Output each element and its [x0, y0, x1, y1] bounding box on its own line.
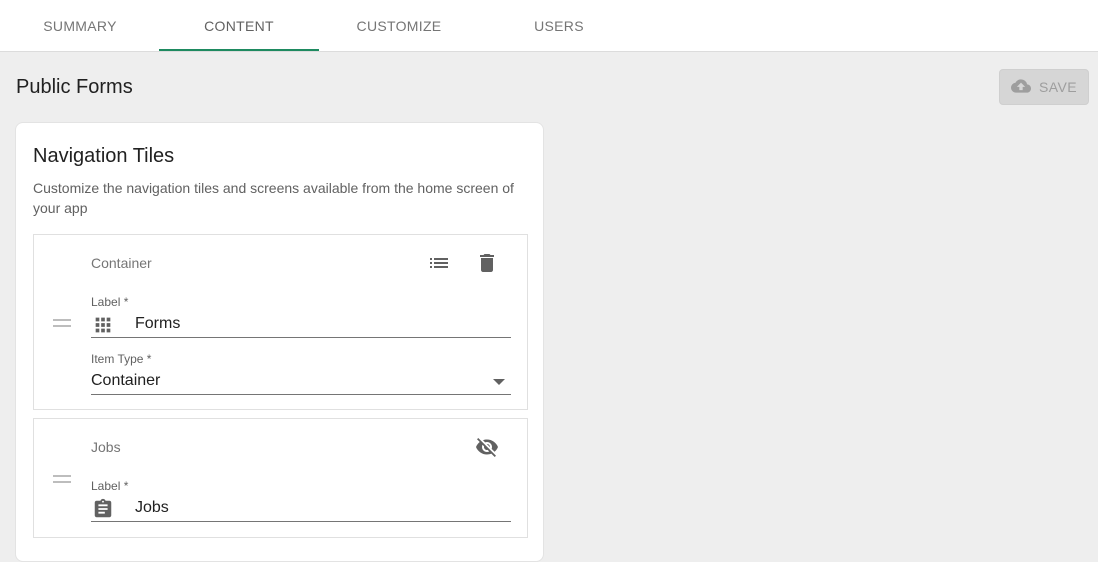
tab-summary[interactable]: SUMMARY	[0, 0, 160, 52]
cloud-upload-icon	[1011, 76, 1032, 99]
card-description: Customize the navigation tiles and scree…	[33, 180, 514, 216]
label-field-caption: Label *	[91, 295, 129, 309]
item-type-caption: Item Type *	[91, 352, 152, 366]
nav-tile-jobs: Jobs Label * Jobs	[33, 418, 528, 538]
save-button-label: SAVE	[1039, 79, 1077, 95]
apps-grid-icon[interactable]	[91, 313, 115, 337]
card-title: Navigation Tiles	[33, 145, 175, 167]
tab-users[interactable]: USERS	[479, 0, 639, 52]
clipboard-icon[interactable]	[91, 497, 115, 521]
tab-bar: SUMMARY CONTENT CUSTOMIZE USERS	[0, 0, 1098, 52]
visibility-off-icon[interactable]	[473, 433, 501, 461]
save-button[interactable]: SAVE	[999, 69, 1089, 105]
tile-name: Jobs	[91, 439, 121, 455]
item-type-select[interactable]: Container	[91, 369, 511, 395]
label-field-value: Forms	[135, 315, 181, 332]
tile-name: Container	[91, 255, 152, 271]
active-tab-indicator	[159, 49, 319, 51]
tab-customize[interactable]: CUSTOMIZE	[319, 0, 479, 52]
list-icon[interactable]	[425, 249, 453, 277]
navigation-tiles-card: Navigation Tiles Customize the navigatio…	[15, 122, 544, 562]
item-type-value: Container	[91, 372, 161, 389]
nav-tile-container: Container Label * Forms Item Type * Cont…	[33, 234, 528, 410]
tab-content[interactable]: CONTENT	[159, 0, 319, 52]
label-field-caption: Label *	[91, 479, 129, 493]
drag-handle-icon[interactable]	[53, 319, 71, 327]
label-field[interactable]: Jobs	[91, 496, 511, 522]
page-title: Public Forms	[16, 76, 133, 98]
delete-icon[interactable]	[473, 249, 501, 277]
chevron-down-icon[interactable]	[493, 379, 505, 385]
drag-handle-icon[interactable]	[53, 475, 71, 483]
label-field[interactable]: Forms	[91, 312, 511, 338]
label-field-value: Jobs	[135, 499, 169, 516]
